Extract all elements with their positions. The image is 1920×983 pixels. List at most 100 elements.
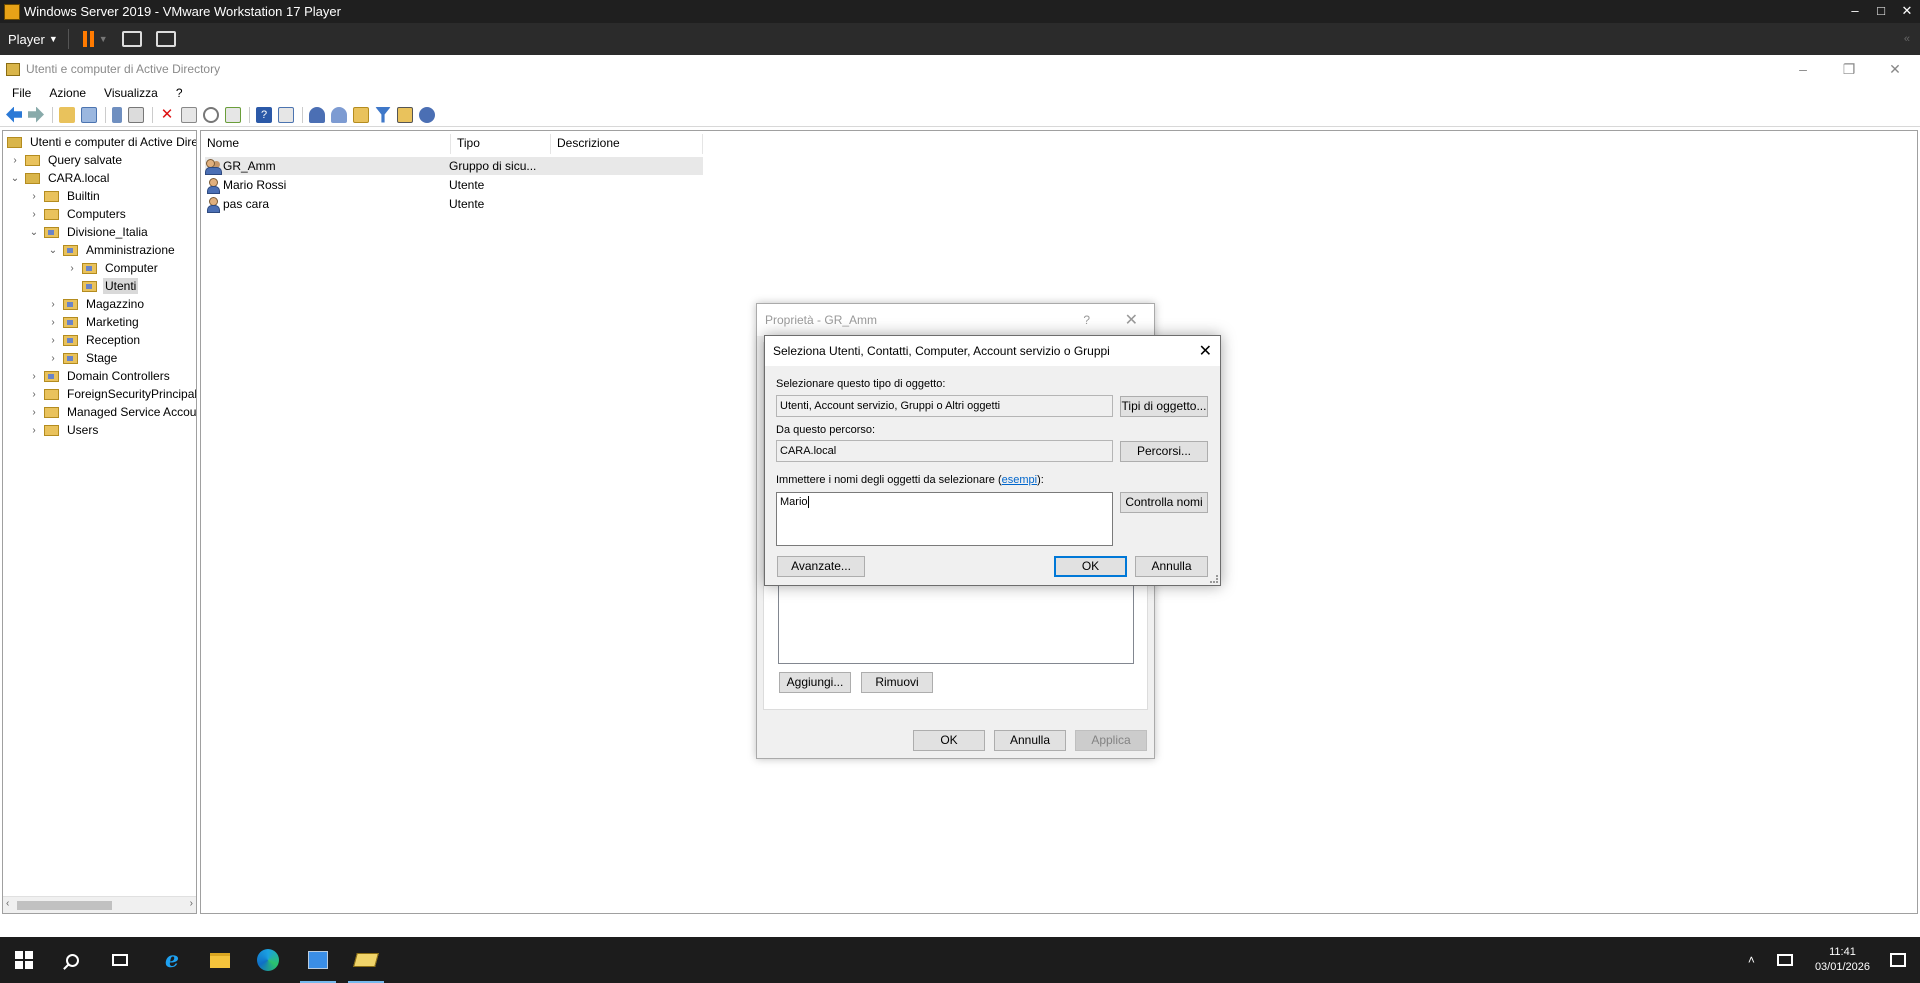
mmc-minimize-button[interactable]: – <box>1790 61 1816 77</box>
export-list-icon[interactable] <box>225 106 241 123</box>
pause-icon[interactable] <box>82 31 95 47</box>
column-header-nome[interactable]: Nome <box>201 134 451 154</box>
tree-item-amministrazione[interactable]: ⌄ Amministrazione <box>47 241 177 259</box>
console-view-icon[interactable] <box>278 106 294 123</box>
chevron-right-icon[interactable]: › <box>47 353 59 364</box>
search-button[interactable] <box>48 937 96 983</box>
advanced-button[interactable]: Avanzate... <box>777 556 865 577</box>
tree-item-cara-local[interactable]: ⌄ CARA.local <box>9 169 111 187</box>
task-view-button[interactable] <box>96 937 144 983</box>
help-button[interactable]: ? <box>1083 313 1090 327</box>
mmc-restore-button[interactable]: ❐ <box>1836 61 1862 78</box>
new-group-icon[interactable] <box>331 106 347 123</box>
scroll-left-arrow-icon[interactable]: ‹ <box>6 898 9 909</box>
tree-item-divisione-italia[interactable]: ⌄ Divisione_Italia <box>28 223 150 241</box>
object-names-input[interactable]: Mario <box>776 492 1113 546</box>
vmware-minimize-button[interactable]: – <box>1842 0 1868 23</box>
taskbar-server-manager[interactable] <box>294 937 342 983</box>
menu-azione[interactable]: Azione <box>43 86 92 100</box>
refresh-icon[interactable] <box>203 106 219 123</box>
chevron-down-icon[interactable]: ⌄ <box>9 173 21 184</box>
list-item-pas-cara[interactable]: pas cara Utente <box>205 195 703 213</box>
list-item-mario-rossi[interactable]: Mario Rossi Utente <box>205 176 703 194</box>
tree-item-managed-service-accounts[interactable]: › Managed Service Accour <box>28 403 196 421</box>
tree-item-domain-controllers[interactable]: › Domain Controllers <box>28 367 172 385</box>
properties-ok-button[interactable]: OK <box>913 730 985 751</box>
chevron-right-icon[interactable]: › <box>28 425 40 436</box>
tree-item-query-salvate[interactable]: › Query salvate <box>9 151 124 169</box>
tree-item-marketing[interactable]: › Marketing <box>47 313 141 331</box>
menu-visualizza[interactable]: Visualizza <box>98 86 164 100</box>
new-user-icon[interactable] <box>309 106 325 123</box>
clock[interactable]: 11:41 03/01/2026 <box>1815 945 1870 975</box>
notifications-icon[interactable] <box>1890 953 1906 967</box>
player-menu[interactable]: Player <box>8 32 45 47</box>
locations-button[interactable]: Percorsi... <box>1120 441 1208 462</box>
resize-grip-icon[interactable] <box>1210 575 1218 583</box>
select-cancel-button[interactable]: Annulla <box>1135 556 1208 577</box>
start-button[interactable] <box>0 937 48 983</box>
remove-member-button[interactable]: Rimuovi <box>861 672 933 693</box>
up-folder-icon[interactable] <box>59 106 75 123</box>
chevron-right-icon[interactable]: › <box>66 263 78 274</box>
select-ok-button[interactable]: OK <box>1054 556 1127 577</box>
close-button[interactable]: ✕ <box>1199 341 1212 361</box>
menu-help[interactable]: ? <box>170 86 189 100</box>
taskbar-active-directory[interactable] <box>342 937 390 983</box>
send-ctrl-alt-del-icon[interactable] <box>121 31 142 47</box>
console-tree[interactable]: Utenti e computer di Active Dire › Query… <box>2 130 197 914</box>
taskbar-file-explorer[interactable] <box>196 937 244 983</box>
menu-file[interactable]: File <box>6 86 37 100</box>
chevron-right-icon[interactable]: › <box>9 155 21 166</box>
network-icon[interactable] <box>1776 954 1793 966</box>
player-menu-chevron-down-icon[interactable]: ▼ <box>49 34 58 44</box>
copy-icon[interactable] <box>128 106 144 123</box>
properties-icon[interactable] <box>181 106 197 123</box>
add-to-group-icon[interactable] <box>419 106 435 123</box>
tree-item-utenti[interactable]: Utenti <box>66 277 139 295</box>
members-list[interactable] <box>778 584 1134 664</box>
taskbar-edge[interactable] <box>244 937 292 983</box>
tree-horizontal-scrollbar[interactable]: ‹ › <box>3 896 196 913</box>
add-member-button[interactable]: Aggiungi... <box>779 672 851 693</box>
scrollbar-thumb[interactable] <box>17 901 112 910</box>
properties-cancel-button[interactable]: Annulla <box>994 730 1066 751</box>
cut-icon[interactable] <box>112 106 122 123</box>
object-types-button[interactable]: Tipi di oggetto... <box>1120 396 1208 417</box>
chevron-right-icon[interactable]: › <box>47 299 59 310</box>
check-names-button[interactable]: Controlla nomi <box>1120 492 1208 513</box>
chevron-right-icon[interactable]: › <box>47 317 59 328</box>
chevron-right-icon[interactable]: › <box>28 389 40 400</box>
tree-item-computers[interactable]: › Computers <box>28 205 128 223</box>
filter-icon[interactable] <box>375 106 391 123</box>
apply-button[interactable]: Applica <box>1075 730 1147 751</box>
examples-link[interactable]: esempi <box>1002 474 1037 486</box>
tree-item-builtin[interactable]: › Builtin <box>28 187 102 205</box>
vmware-close-button[interactable]: ✕ <box>1894 0 1920 23</box>
fullscreen-icon[interactable] <box>155 31 176 47</box>
show-hidden-icons-chevron-up-icon[interactable]: ˄ <box>1748 953 1755 967</box>
tree-item-foreign-security-principals[interactable]: › ForeignSecurityPrincipals <box>28 385 196 403</box>
mmc-close-button[interactable]: ✕ <box>1882 61 1908 78</box>
help-icon[interactable]: ? <box>256 106 272 123</box>
tree-item-stage[interactable]: › Stage <box>47 349 119 367</box>
tree-item-computer[interactable]: › Computer <box>66 259 160 277</box>
chevron-right-icon[interactable]: › <box>28 407 40 418</box>
chevron-right-icon[interactable]: › <box>28 371 40 382</box>
chevron-down-icon[interactable]: ⌄ <box>47 245 59 256</box>
taskbar-internet-explorer[interactable]: e <box>148 937 196 983</box>
tree-item-root[interactable]: Utenti e computer di Active Dire <box>7 133 196 151</box>
chevron-down-icon[interactable]: ⌄ <box>28 227 40 238</box>
forward-arrow-icon[interactable] <box>28 106 44 123</box>
find-icon[interactable] <box>397 106 413 123</box>
tree-item-users[interactable]: › Users <box>28 421 100 439</box>
chevron-right-icon[interactable]: › <box>28 191 40 202</box>
column-header-tipo[interactable]: Tipo <box>451 134 551 154</box>
collapse-toolbar-icon[interactable]: « <box>1904 33 1910 45</box>
chevron-right-icon[interactable]: › <box>28 209 40 220</box>
list-item-gr-amm[interactable]: GR_Amm Gruppo di sicu... <box>205 157 703 175</box>
show-hide-console-tree-icon[interactable] <box>81 106 97 123</box>
column-header-descrizione[interactable]: Descrizione <box>551 134 703 154</box>
new-ou-icon[interactable] <box>353 106 369 123</box>
pause-menu-chevron-down-icon[interactable]: ▼ <box>99 34 108 44</box>
